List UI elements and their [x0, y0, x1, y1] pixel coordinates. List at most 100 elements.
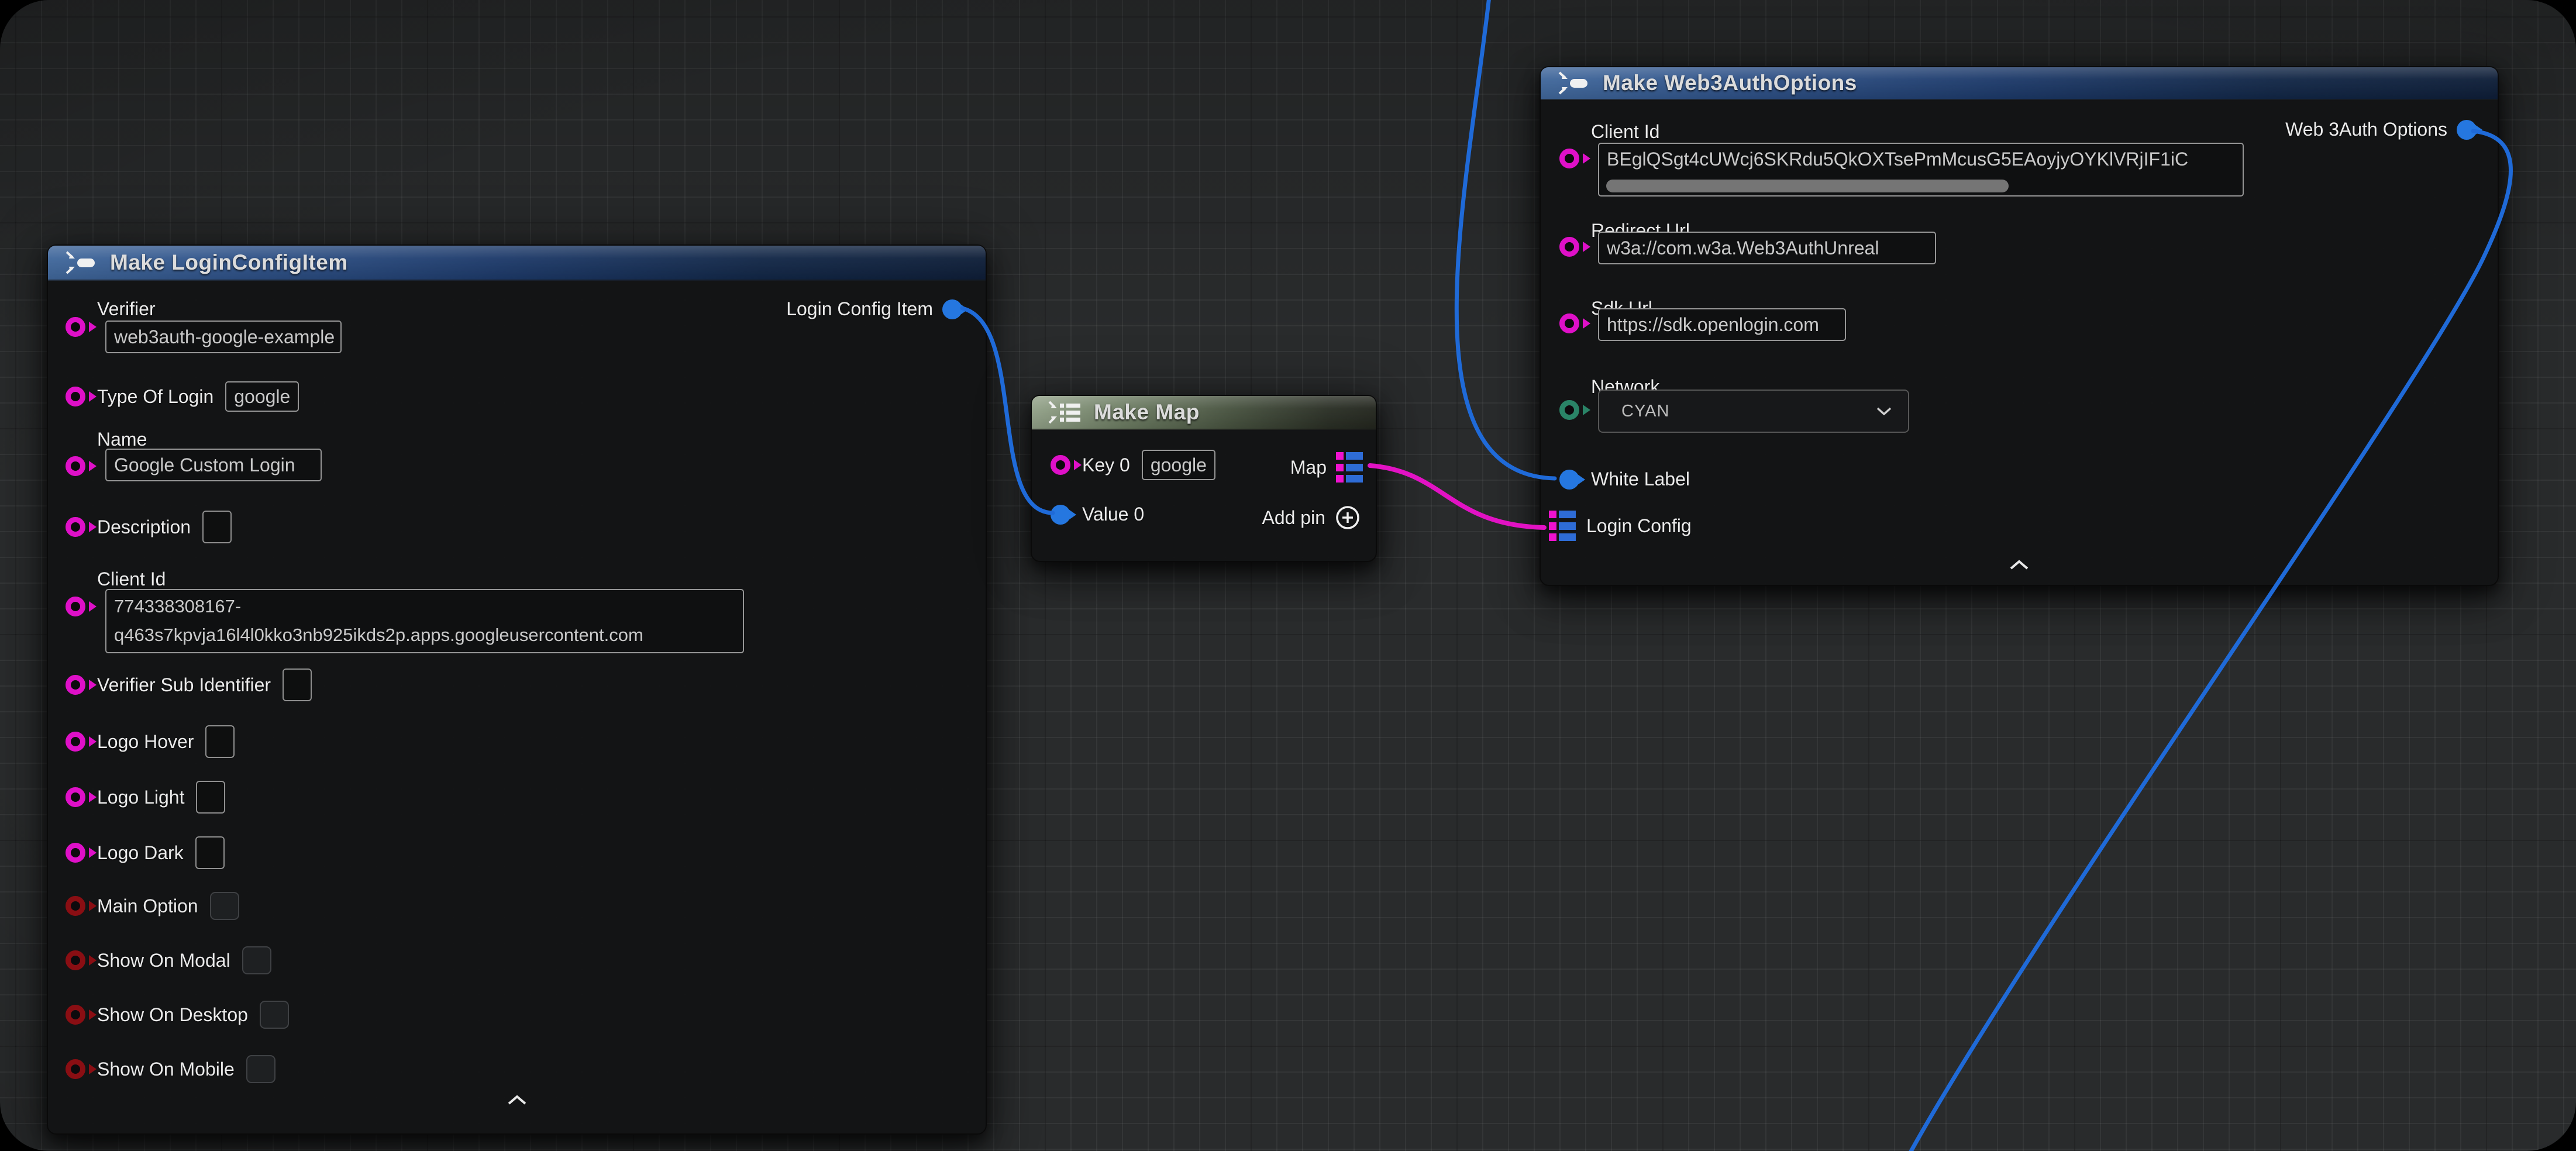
- input-pin-redirect-url[interactable]: [1559, 237, 1579, 257]
- pin-label-logo-dark: Logo Dark: [97, 842, 184, 864]
- pin-label-verifier: Verifier: [97, 298, 156, 320]
- collapse-node-chevron-up-icon[interactable]: [507, 1095, 527, 1105]
- input-pin-verifier[interactable]: [66, 317, 85, 337]
- pin-row-logo-dark: Logo Dark: [66, 836, 225, 869]
- input-pin-show-on-modal[interactable]: [66, 950, 85, 970]
- pin-label-client-id: Client Id: [1591, 121, 1659, 143]
- type-of-login-value-field[interactable]: google: [225, 381, 299, 412]
- pin-label-type-of-login: Type Of Login: [97, 386, 213, 408]
- pin-label-logo-light: Logo Light: [97, 787, 184, 808]
- input-pin-main-option[interactable]: [66, 896, 85, 916]
- output-pin-web3auth-options[interactable]: [2457, 120, 2477, 140]
- pin-label-white-label: White Label: [1591, 468, 1690, 490]
- node-make-login-config-item[interactable]: Make LoginConfigItem Login Config Item V…: [47, 244, 987, 1135]
- output-row-login-config-item: Login Config Item: [786, 298, 962, 320]
- pin-label-verifier-sub-identifier: Verifier Sub Identifier: [97, 674, 271, 696]
- input-pin-show-on-mobile[interactable]: [66, 1059, 85, 1079]
- map-output-grid-pin[interactable]: [1336, 452, 1363, 483]
- pin-row-logo-light: Logo Light: [66, 781, 225, 814]
- pin-row-description: Description: [66, 511, 232, 543]
- pin-row-main-option: Main Option: [66, 892, 239, 920]
- input-pin-client-id[interactable]: [1559, 149, 1579, 168]
- pin-row-white-label: White Label: [1559, 468, 1690, 490]
- input-pin-logo-dark[interactable]: [66, 843, 85, 863]
- node-header[interactable]: Make Web3AuthOptions: [1541, 67, 2498, 100]
- node-title: Make Web3AuthOptions: [1603, 71, 1857, 95]
- input-pin-name[interactable]: [66, 456, 85, 476]
- pin-row-logo-hover: Logo Hover: [66, 725, 235, 758]
- pin-label-value-0: Value 0: [1082, 504, 1144, 525]
- pin-row-value-0: Value 0: [1051, 504, 1144, 525]
- chevron-down-icon: [1876, 407, 1892, 415]
- input-pin-white-label[interactable]: [1559, 470, 1579, 490]
- input-pin-type-of-login[interactable]: [66, 387, 85, 406]
- output-row-map: Map: [1290, 452, 1363, 483]
- pin-label-main-option: Main Option: [97, 895, 198, 917]
- node-make-map[interactable]: Make Map Key 0 google Map Value 0 Add pi…: [1031, 395, 1377, 562]
- input-pin-sdk-url[interactable]: [1559, 313, 1579, 333]
- description-value-box[interactable]: [202, 511, 232, 543]
- pin-row-type-of-login: Type Of Login google: [66, 381, 299, 412]
- pin-label-show-on-desktop: Show On Desktop: [97, 1004, 248, 1026]
- sdk-url-value-field[interactable]: https://sdk.openlogin.com: [1598, 308, 1846, 341]
- input-pin-show-on-desktop[interactable]: [66, 1005, 85, 1025]
- input-pin-description[interactable]: [66, 517, 85, 537]
- make-struct-icon: [63, 249, 99, 276]
- network-dropdown[interactable]: CYAN: [1598, 390, 1909, 433]
- pin-label-login-config: Login Config: [1586, 515, 1692, 537]
- show-on-modal-checkbox[interactable]: [242, 946, 271, 974]
- make-container-icon: [1047, 399, 1083, 426]
- pin-label-name: Name: [97, 429, 147, 450]
- show-on-desktop-checkbox[interactable]: [260, 1001, 289, 1029]
- pin-label-logo-hover: Logo Hover: [97, 731, 194, 753]
- redirect-url-value-field[interactable]: w3a://com.w3a.Web3AuthUnreal: [1598, 232, 1936, 264]
- node-header[interactable]: Make LoginConfigItem: [48, 246, 986, 281]
- pin-label-show-on-modal: Show On Modal: [97, 950, 230, 971]
- blueprint-graph-canvas[interactable]: Make LoginConfigItem Login Config Item V…: [0, 0, 2576, 1151]
- node-title: Make Map: [1094, 400, 1200, 425]
- input-pin-client-id[interactable]: [66, 597, 85, 616]
- input-pin-key-0[interactable]: [1051, 455, 1070, 475]
- pin-row-login-config: Login Config: [1549, 511, 1692, 541]
- output-pin-label: Web 3Auth Options: [2285, 119, 2447, 140]
- pin-row-key-0: Key 0 google: [1051, 450, 1215, 480]
- login-config-grid-pin[interactable]: [1549, 511, 1576, 541]
- logo-dark-value-box[interactable]: [195, 836, 225, 869]
- pin-row-verifier-sub-identifier: Verifier Sub Identifier: [66, 668, 312, 701]
- input-pin-verifier-sub-identifier[interactable]: [66, 675, 85, 695]
- input-pin-logo-hover[interactable]: [66, 732, 85, 752]
- show-on-mobile-checkbox[interactable]: [246, 1055, 275, 1083]
- add-pin-label: Add pin: [1262, 507, 1325, 529]
- wire-map-to-login-config[interactable]: [1370, 466, 1544, 528]
- input-pin-value-0[interactable]: [1051, 505, 1070, 525]
- make-struct-icon: [1556, 70, 1592, 97]
- pin-label-description: Description: [97, 516, 191, 538]
- pin-label-client-id: Client Id: [97, 568, 166, 590]
- pin-row-show-on-desktop: Show On Desktop: [66, 1001, 289, 1029]
- pin-label-show-on-mobile: Show On Mobile: [97, 1059, 235, 1080]
- verifier-value-field[interactable]: web3auth-google-example: [105, 321, 342, 353]
- collapse-node-chevron-up-icon[interactable]: [2009, 560, 2029, 570]
- output-pin-label: Login Config Item: [786, 298, 933, 320]
- name-value-field[interactable]: Google Custom Login: [105, 449, 322, 481]
- logo-hover-value-box[interactable]: [205, 725, 235, 758]
- node-title: Make LoginConfigItem: [110, 250, 348, 275]
- node-make-web3auth-options[interactable]: Make Web3AuthOptions Web 3Auth Options C…: [1540, 66, 2499, 586]
- pin-row-show-on-modal: Show On Modal: [66, 946, 271, 974]
- key-0-value-field[interactable]: google: [1142, 450, 1215, 480]
- input-pin-network[interactable]: [1559, 400, 1579, 420]
- client-id-field-scrollbar[interactable]: [1606, 180, 2009, 192]
- logo-light-value-box[interactable]: [196, 781, 225, 814]
- input-pin-logo-light[interactable]: [66, 787, 85, 807]
- verifier-sub-identifier-value-box[interactable]: [283, 668, 312, 701]
- network-dropdown-value: CYAN: [1621, 402, 1669, 421]
- output-row-web3auth-options: Web 3Auth Options: [2285, 119, 2477, 140]
- pin-row-show-on-mobile: Show On Mobile: [66, 1055, 275, 1083]
- add-pin-button[interactable]: Add pin: [1262, 505, 1361, 530]
- output-pin-label-map: Map: [1290, 457, 1327, 478]
- plus-circle-icon: [1335, 505, 1361, 530]
- main-option-checkbox[interactable]: [210, 892, 239, 920]
- node-header[interactable]: Make Map: [1032, 396, 1376, 430]
- output-pin-login-config-item[interactable]: [942, 299, 962, 319]
- client-id-value-field[interactable]: 774338308167-q463s7kpvja16l4l0kko3nb925i…: [105, 589, 744, 653]
